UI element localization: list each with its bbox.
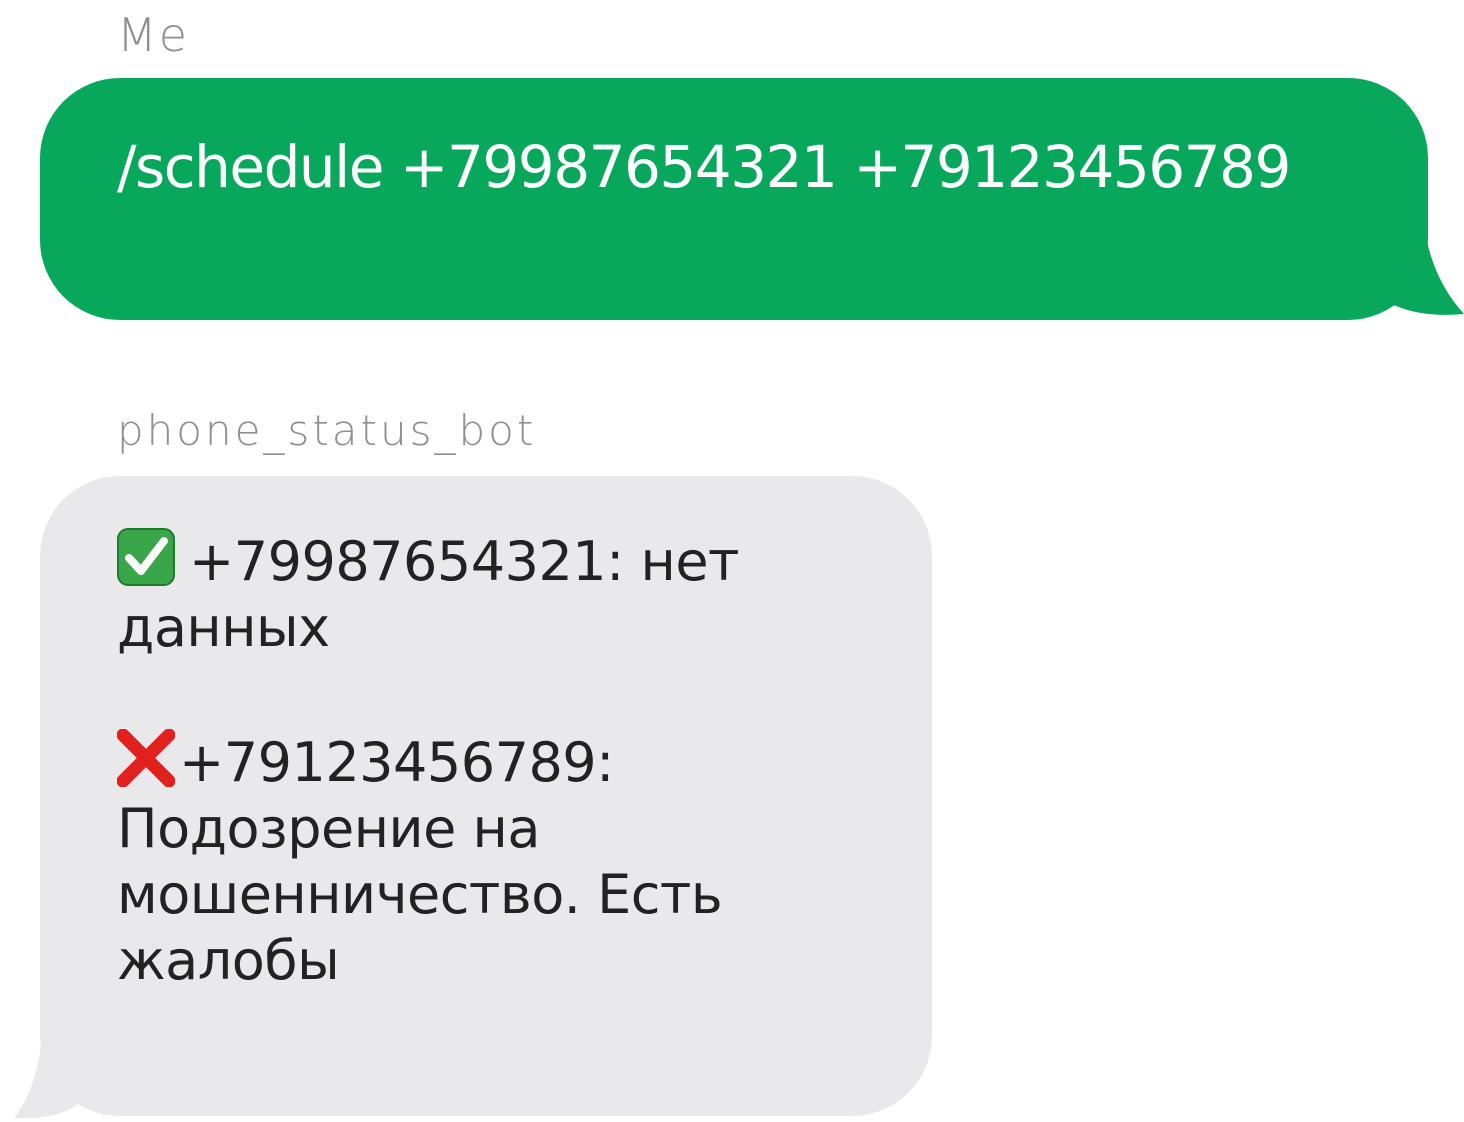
result-1-line-1: +79987654321: нет bbox=[189, 530, 740, 593]
sender-label-bot: phone_status_bot bbox=[117, 406, 537, 455]
result-2-line-4: жалобы bbox=[117, 929, 340, 992]
result-2-line-2: Подозрение на bbox=[117, 797, 540, 860]
result-2-line-3: мошенничество. Есть bbox=[117, 863, 723, 926]
result-2-line-1: +79123456789: bbox=[179, 731, 614, 794]
check-mark-button-icon bbox=[117, 528, 175, 586]
cross-mark-icon bbox=[117, 729, 175, 787]
result-line: +79987654321: нет bbox=[117, 528, 877, 595]
sender-label-me: Me bbox=[117, 8, 189, 62]
incoming-message-text: +79987654321: нет данных +79123456789: П… bbox=[117, 528, 877, 994]
result-line: +79123456789: bbox=[117, 729, 877, 796]
outgoing-message-bubble[interactable]: /schedule +79987654321 +79123456789 bbox=[40, 78, 1428, 320]
incoming-message-bubble[interactable]: +79987654321: нет данных +79123456789: П… bbox=[40, 476, 932, 1116]
outgoing-message-text: /schedule +79987654321 +79123456789 bbox=[117, 133, 1291, 201]
result-1-line-2: данных bbox=[117, 596, 330, 659]
